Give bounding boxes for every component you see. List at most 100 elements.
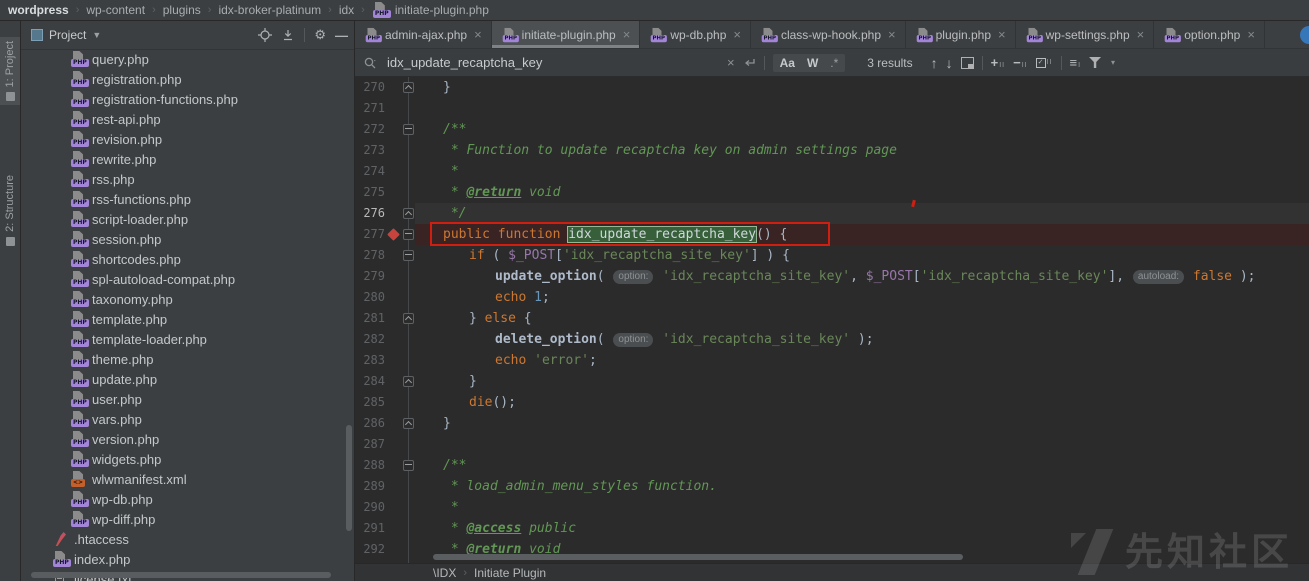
code-line[interactable]: 284} [355, 371, 1309, 392]
tree-item[interactable]: PHPtemplate-loader.php [21, 329, 354, 349]
stripe-tab-project[interactable]: 1: Project [0, 37, 20, 105]
tree-item[interactable]: PHPshortcodes.php [21, 249, 354, 269]
tree-item[interactable]: PHPwidgets.php [21, 449, 354, 469]
breadcrumb-item[interactable]: wp-content [86, 3, 145, 17]
code-text[interactable] [415, 98, 1309, 119]
code-editor[interactable]: 270}271272/**273 * Function to update re… [355, 77, 1309, 564]
breadcrumb-item[interactable]: initiate-plugin.php [395, 3, 489, 17]
tree-item[interactable]: PHPindex.php [21, 549, 354, 569]
search-icon[interactable] [363, 56, 377, 70]
breadcrumb-item[interactable]: Initiate Plugin [474, 566, 546, 580]
code-line[interactable]: 291 * @access public [355, 518, 1309, 539]
code-text[interactable]: } [415, 77, 1309, 98]
fold-marker-icon[interactable] [403, 376, 414, 387]
tree-item[interactable]: PHPspl-autoload-compat.php [21, 269, 354, 289]
tab-close-icon[interactable]: × [623, 27, 631, 42]
search-toggle-[interactable]: .* [825, 55, 843, 71]
editor-tab[interactable]: PHPinitiate-plugin.php× [492, 21, 641, 48]
code-line[interactable]: 277public function idx_update_recaptcha_… [355, 224, 1309, 245]
code-line[interactable]: 289 * load_admin_menu_styles function. [355, 476, 1309, 497]
fold-marker-icon[interactable] [403, 418, 414, 429]
tree-item[interactable]: .htaccess [21, 529, 354, 549]
code-line[interactable]: 285die(); [355, 392, 1309, 413]
tree-item[interactable]: <>wlwmanifest.xml [21, 469, 354, 489]
newline-icon[interactable] [743, 57, 756, 69]
fold-marker-icon[interactable] [403, 82, 414, 93]
tree-item[interactable]: PHPrss-functions.php [21, 189, 354, 209]
search-toggle-W[interactable]: W [802, 55, 823, 71]
locate-file-icon[interactable] [258, 28, 272, 42]
editor-tab[interactable]: PHPwp-db.php× [640, 21, 751, 48]
code-text[interactable] [415, 434, 1309, 455]
fold-marker-icon[interactable] [403, 208, 414, 219]
close-icon[interactable]: × [727, 55, 735, 70]
tree-item[interactable]: PHPrss.php [21, 169, 354, 189]
fold-marker-icon[interactable] [403, 124, 414, 135]
code-text[interactable]: echo 'error'; [415, 350, 1309, 371]
editor-tab[interactable]: PHPadmin-ajax.php× [355, 21, 492, 48]
breadcrumb-root[interactable]: \IDX [433, 566, 456, 580]
search-input[interactable] [385, 54, 719, 71]
tree-item[interactable]: PHPvars.php [21, 409, 354, 429]
breadcrumb-item[interactable]: plugins [163, 3, 201, 17]
open-in-find-window-icon[interactable] [961, 57, 974, 69]
fold-marker-icon[interactable] [403, 313, 414, 324]
code-text[interactable]: * Function to update recaptcha key on ad… [415, 140, 1309, 161]
editor-tab[interactable]: PHPplugin.php× [906, 21, 1016, 48]
breadcrumb-item[interactable]: idx [339, 3, 354, 17]
chevron-down-icon[interactable]: ▼ [92, 30, 101, 40]
code-line[interactable]: 290 * [355, 497, 1309, 518]
tree-item[interactable]: PHPuser.php [21, 389, 354, 409]
tree-item[interactable]: PHPtheme.php [21, 349, 354, 369]
tab-close-icon[interactable]: × [474, 27, 482, 42]
tree-item[interactable]: PHPrewrite.php [21, 149, 354, 169]
hidden-tabs-icon[interactable] [1300, 26, 1309, 44]
tree-item[interactable]: PHPtemplate.php [21, 309, 354, 329]
code-line[interactable]: 287 [355, 434, 1309, 455]
tree-item[interactable]: PHPsession.php [21, 229, 354, 249]
tree-item[interactable]: PHPrest-api.php [21, 109, 354, 129]
code-text[interactable]: if ( $_POST['idx_recaptcha_site_key'] ) … [415, 245, 1309, 266]
breakpoint-icon[interactable] [387, 228, 400, 241]
breakpoint-slot[interactable] [385, 230, 401, 239]
gear-icon[interactable]: ⚙ [314, 27, 326, 43]
code-line[interactable]: 270} [355, 77, 1309, 98]
breadcrumb-item[interactable]: idx-broker-platinum [218, 3, 321, 17]
code-text[interactable]: * [415, 161, 1309, 182]
code-text[interactable]: /** [415, 119, 1309, 140]
code-text[interactable]: echo 1; [415, 287, 1309, 308]
code-line[interactable]: 283echo 'error'; [355, 350, 1309, 371]
fold-marker-icon[interactable] [403, 229, 414, 240]
code-line[interactable]: 280echo 1; [355, 287, 1309, 308]
editor-tab[interactable]: PHPwp-settings.php× [1016, 21, 1155, 48]
fold-marker-icon[interactable] [403, 460, 414, 471]
code-text[interactable]: * [415, 497, 1309, 518]
tree-item[interactable]: PHPquery.php [21, 49, 354, 69]
code-text[interactable]: } [415, 413, 1309, 434]
editor-horizontal-scrollbar[interactable] [433, 554, 963, 560]
code-line[interactable]: 272/** [355, 119, 1309, 140]
remove-occurrence-icon[interactable]: −II [1013, 55, 1027, 70]
add-occurrence-icon[interactable]: +II [991, 55, 1005, 70]
code-line[interactable]: 281} else { [355, 308, 1309, 329]
tree-item[interactable]: PHPupdate.php [21, 369, 354, 389]
code-text[interactable]: public function idx_update_recaptcha_key… [415, 224, 1309, 245]
editor-tab[interactable]: PHPclass-wp-hook.php× [751, 21, 906, 48]
code-line[interactable]: 271 [355, 98, 1309, 119]
search-toggle-Aa[interactable]: Aa [775, 55, 800, 71]
tab-close-icon[interactable]: × [1137, 27, 1145, 42]
code-text[interactable]: /** [415, 455, 1309, 476]
chevron-down-icon[interactable]: ▾ [1111, 58, 1115, 67]
tree-item[interactable]: PHPwp-db.php [21, 489, 354, 509]
code-line[interactable]: 276 */ [355, 203, 1309, 224]
tab-close-icon[interactable]: × [733, 27, 741, 42]
tree-item[interactable]: PHPwp-diff.php [21, 509, 354, 529]
code-line[interactable]: 275 * @return void [355, 182, 1309, 203]
code-text[interactable]: } [415, 371, 1309, 392]
previous-occurrence-icon[interactable]: ↑ [931, 55, 938, 71]
tree-item[interactable]: PHPscript-loader.php [21, 209, 354, 229]
search-in-selection-icon[interactable]: ≡I [1070, 55, 1082, 70]
editor-tab[interactable]: PHPoption.php× [1154, 21, 1265, 48]
tab-close-icon[interactable]: × [998, 27, 1006, 42]
code-line[interactable]: 282delete_option( option: 'idx_recaptcha… [355, 329, 1309, 350]
